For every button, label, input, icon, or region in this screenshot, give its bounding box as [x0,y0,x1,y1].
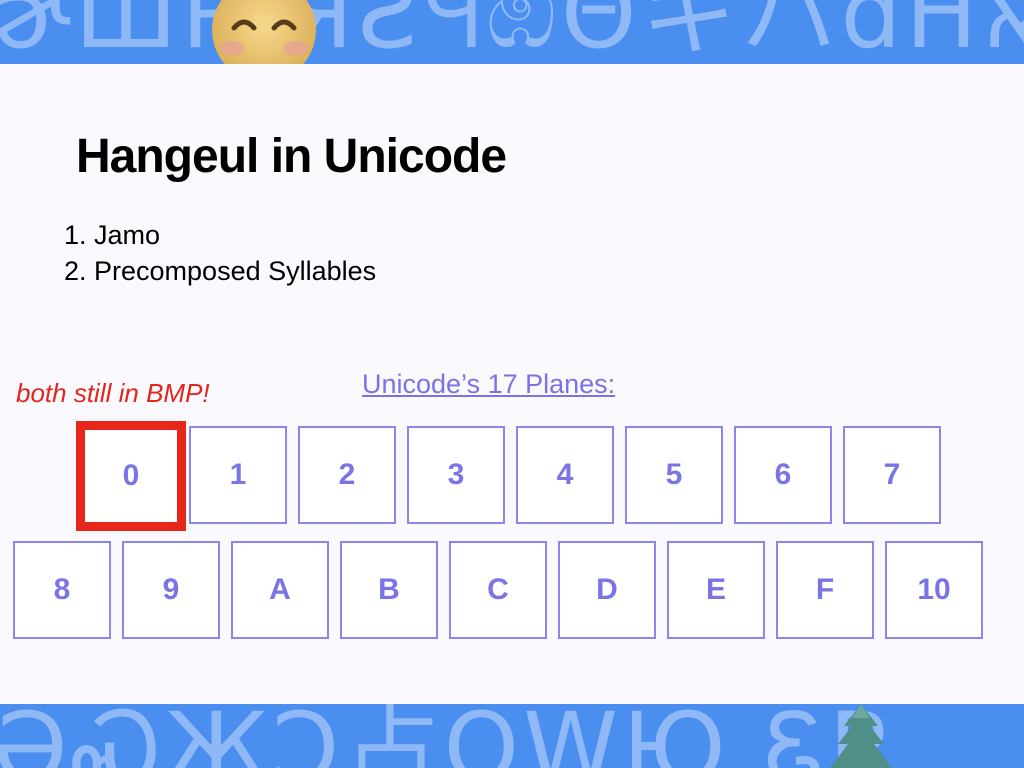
bmp-note: both still in BMP! [16,378,210,408]
plane-box-10: 10 [885,541,983,639]
plane-box-e: E [667,541,765,639]
list-item-precomposed: 2. Precomposed Syllables [64,256,377,286]
plane-box-4: 4 [516,426,614,524]
plane-box-1: 1 [189,426,287,524]
plane-box-7: 7 [843,426,941,524]
bottom-decorative-band: ƏᏍЖƆ占ȮŴЮ ᏋР [0,704,1024,768]
top-decorative-band: ɚШȐ ЯƧႷඹΘキハƌHא [0,0,1024,64]
plane-box-a: A [231,541,329,639]
slide-content: Hangeul in Unicode 1. Jamo 2. Precompose… [0,64,1024,704]
top-glyph-pattern: ɚШȐ ЯƧႷඹΘキハƌHא [0,0,1024,64]
plane-box-c: C [449,541,547,639]
plane-box-6: 6 [734,426,832,524]
plane-box-0: 0 [76,421,186,531]
unicode-planes-link[interactable]: Unicode’s 17 Planes: [362,369,615,400]
plane-box-f: F [776,541,874,639]
plane-box-2: 2 [298,426,396,524]
plane-box-3: 3 [407,426,505,524]
plane-box-b: B [340,541,438,639]
plane-box-9: 9 [122,541,220,639]
slide-title: Hangeul in Unicode [76,130,507,183]
topic-list: 1. Jamo 2. Precomposed Syllables [64,217,376,289]
smiling-face-emoji-icon [212,0,316,64]
plane-box-8: 8 [13,541,111,639]
tree-emoji-icon [830,704,892,768]
list-item-jamo: 1. Jamo [64,220,161,250]
plane-box-5: 5 [625,426,723,524]
bottom-glyph-pattern: ƏᏍЖƆ占ȮŴЮ ᏋР [0,704,891,768]
plane-box-d: D [558,541,656,639]
